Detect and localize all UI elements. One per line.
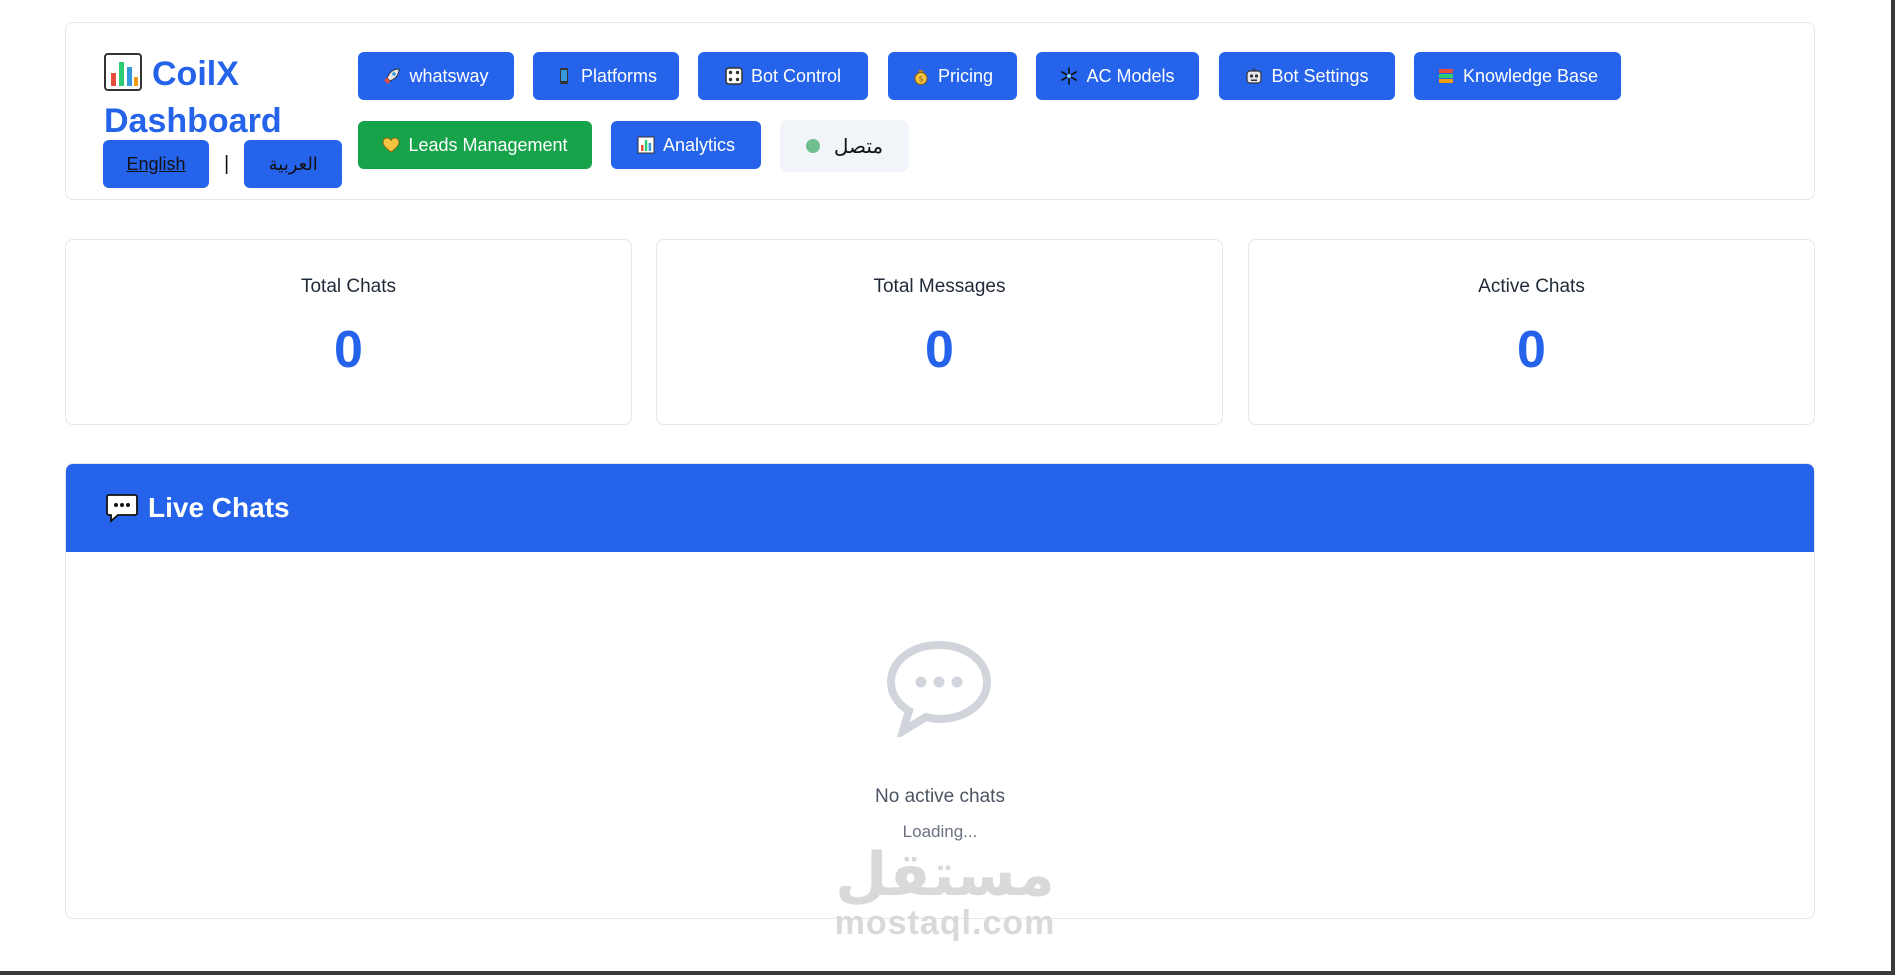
- chart-icon: [637, 136, 655, 154]
- phone-icon: [559, 68, 568, 84]
- nav-whatsway-label: whatsway: [409, 65, 489, 86]
- heart-icon: [383, 137, 400, 153]
- nav-bot-control-button[interactable]: Bot Control: [698, 52, 868, 100]
- nav-leads-management-button[interactable]: Leads Management: [358, 121, 592, 169]
- language-separator: |: [224, 152, 230, 175]
- speech-bubble-icon: [106, 494, 138, 523]
- nav-knowledge-base-label: Knowledge Base: [1462, 65, 1599, 86]
- english-button[interactable]: English: [103, 140, 209, 188]
- brand-title: CoilX Dashboard: [104, 51, 334, 145]
- stat-label: Total Chats: [300, 276, 397, 297]
- nav-pricing-label: Pricing: [937, 65, 994, 86]
- nav-bot-control-label: Bot Control: [750, 65, 842, 86]
- nav-knowledge-base-button[interactable]: Knowledge Base: [1414, 52, 1621, 100]
- snowflake-icon: [1061, 67, 1078, 85]
- nav-bot-settings-button[interactable]: Bot Settings: [1219, 52, 1395, 100]
- books-icon: [1438, 69, 1453, 83]
- nav-whatsway-button[interactable]: whatsway: [358, 52, 514, 100]
- window-right-border: [1891, 0, 1895, 975]
- nav-leads-management-label: Leads Management: [408, 134, 568, 155]
- nav-analytics-label: Analytics: [662, 134, 736, 155]
- dice-icon: [725, 67, 743, 85]
- stat-value: 0: [1517, 321, 1546, 379]
- nav-bot-settings-label: Bot Settings: [1271, 65, 1369, 86]
- stat-value: 0: [334, 321, 363, 379]
- loading-text: Loading...: [902, 822, 978, 841]
- nav-ac-models-button[interactable]: AC Models: [1036, 52, 1199, 100]
- live-chats-title: Live Chats: [148, 492, 290, 523]
- stat-card-total-chats: Total Chats 0: [65, 239, 632, 425]
- bar-chart-logo-icon: [104, 53, 142, 91]
- svg-text:$: $: [918, 75, 923, 84]
- money-bag-icon: $: [914, 70, 928, 85]
- nav-analytics-button[interactable]: Analytics: [611, 121, 761, 169]
- status-label: متصل: [833, 135, 884, 158]
- stat-value: 0: [925, 321, 954, 379]
- header-card: CoilX Dashboard English | العربية whatsw…: [65, 22, 1815, 200]
- stat-label: Active Chats: [1478, 276, 1585, 297]
- empty-state-text: No active chats: [875, 786, 1005, 807]
- nav-platforms-button[interactable]: Platforms: [533, 52, 679, 100]
- chat-bubble-icon: [886, 641, 992, 737]
- stat-card-total-messages: Total Messages 0: [656, 239, 1223, 425]
- watermark: مستقل mostaql.com: [830, 845, 1060, 941]
- nav-pricing-button[interactable]: $ Pricing: [888, 52, 1017, 100]
- watermark-arabic: مستقل: [835, 840, 1055, 910]
- language-switcher: English | العربية: [103, 140, 343, 188]
- nav-platforms-label: Platforms: [580, 65, 658, 86]
- nav-ac-models-label: AC Models: [1086, 65, 1175, 86]
- live-chats-header: Live Chats: [66, 464, 1814, 552]
- dashboard-page: CoilX Dashboard English | العربية whatsw…: [0, 0, 1895, 975]
- window-bottom-border: [0, 971, 1895, 975]
- robot-icon: [1246, 68, 1263, 84]
- rocket-icon: [384, 68, 400, 84]
- stat-card-active-chats: Active Chats 0: [1248, 239, 1815, 425]
- stat-label: Total Messages: [873, 276, 1006, 297]
- arabic-button[interactable]: العربية: [244, 140, 343, 188]
- watermark-latin: mostaql.com: [834, 904, 1056, 942]
- status-dot-icon: [805, 139, 820, 153]
- connection-status: متصل: [780, 120, 909, 172]
